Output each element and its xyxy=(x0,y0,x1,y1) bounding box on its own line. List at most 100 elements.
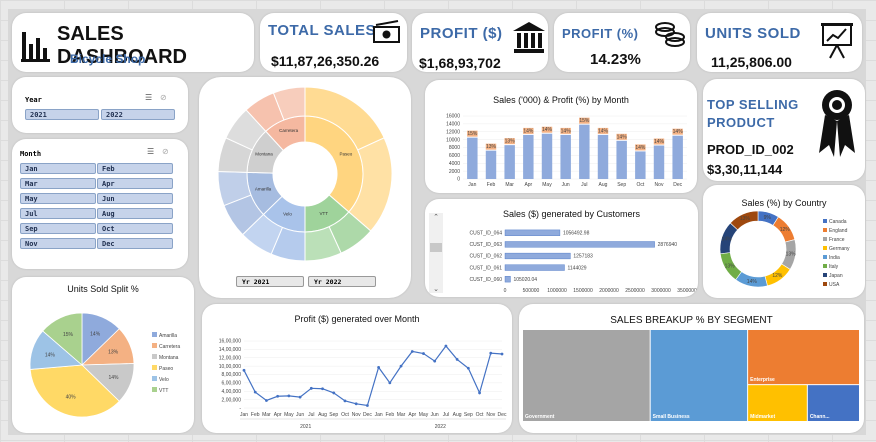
x-tick-label: Nov xyxy=(655,182,664,188)
legend-swatch xyxy=(823,228,827,232)
month-button[interactable]: Feb xyxy=(97,163,173,174)
x-tick-label: Nov xyxy=(352,412,361,418)
sales-bar xyxy=(635,151,646,179)
x-tick-label: Feb xyxy=(251,412,260,418)
legend-label: England xyxy=(829,228,848,234)
profit-point xyxy=(410,350,414,353)
kpi-total-sales-label: TOTAL SALES xyxy=(268,22,377,39)
kpi-units-sold-value: 11,25,806.00 xyxy=(711,54,792,70)
data-label: 2876940 xyxy=(658,242,678,248)
units-split-card: Units Sold Split % 14% 13% 14% 40% 14% 15% Ama… xyxy=(12,277,194,433)
x-tick-label: Feb xyxy=(487,182,496,188)
tab-yr-2021[interactable]: Yr 2021 xyxy=(236,276,304,287)
treemap-cell xyxy=(650,330,748,421)
profit-pct-label: 14% xyxy=(654,139,665,145)
category-label: CUST_ID_062 xyxy=(469,254,502,260)
x-tick-label: Nov xyxy=(486,412,495,418)
profit-point xyxy=(377,365,381,369)
customer-bar xyxy=(504,276,511,283)
y-tick-label: 4000 xyxy=(449,161,460,167)
slice-label: 12% xyxy=(772,273,783,279)
legend-label: France xyxy=(829,237,845,243)
month-button[interactable]: Sep xyxy=(20,223,96,234)
year-2022-button[interactable]: 2022 xyxy=(101,109,175,120)
clear-filter-icon[interactable]: ⊘ xyxy=(162,147,169,156)
tab-yr-2022[interactable]: Yr 2022 xyxy=(308,276,376,287)
month-button[interactable]: Aug xyxy=(97,208,173,219)
presentation-icon xyxy=(821,23,853,59)
cash-icon xyxy=(373,20,400,43)
month-button[interactable]: Mar xyxy=(20,178,96,189)
slice-label: 13% xyxy=(108,350,119,356)
multi-select-icon[interactable]: ☰ xyxy=(147,147,154,156)
month-button[interactable]: Jan xyxy=(20,163,96,174)
x-tick-label: 2000000 xyxy=(599,288,619,294)
data-label: 1056492.98 xyxy=(563,231,590,237)
month-slicer-title: Month xyxy=(20,150,42,158)
x-tick-label: Mar xyxy=(505,182,514,188)
legend-swatch xyxy=(823,246,827,250)
year-2021-button[interactable]: 2021 xyxy=(25,109,99,120)
legend-swatch xyxy=(152,332,157,337)
x-tick-label: May xyxy=(542,182,552,188)
sales-bar xyxy=(653,145,665,179)
treemap-label: Government xyxy=(525,414,555,420)
month-button[interactable]: May xyxy=(20,193,96,204)
month-button[interactable]: Oct xyxy=(97,223,173,234)
top-product-id: PROD_ID_002 xyxy=(707,142,794,157)
sales-bar xyxy=(467,137,478,179)
sales-bar xyxy=(597,134,609,179)
y-tick-label: 8000 xyxy=(449,145,460,151)
kpi-profit-amount: PROFIT ($) $1,68,93,702 xyxy=(412,13,548,72)
month-button[interactable]: Jun xyxy=(97,193,173,204)
month-button[interactable]: Dec xyxy=(97,238,173,249)
y-tick-label: 2000 xyxy=(449,169,460,175)
profit-point xyxy=(478,391,481,395)
legend-label: India xyxy=(829,255,840,261)
year-group-label: 2022 xyxy=(435,424,446,430)
year-slicer: Year ☰ ⊘ 2021 2022 xyxy=(12,77,188,133)
y-tick-label: 6,00,000 xyxy=(222,381,242,387)
x-tick-label: 2500000 xyxy=(625,288,645,294)
clear-filter-icon[interactable]: ⊘ xyxy=(160,93,167,102)
month-button[interactable]: Apr xyxy=(97,178,173,189)
category-label: CUST_ID_063 xyxy=(469,242,502,248)
x-tick-label: Jun xyxy=(296,412,304,418)
x-tick-label: Aug xyxy=(318,412,327,418)
customer-bar xyxy=(504,241,655,248)
legend-label: Montana xyxy=(159,355,179,361)
coins-icon xyxy=(655,22,685,47)
kpi-units-sold-label: UNITS SOLD xyxy=(705,25,801,42)
legend-swatch xyxy=(152,343,157,348)
sales-customers-card: Sales ($) generated by Customers ⌃ ⌄ CUS… xyxy=(425,199,698,297)
x-tick-label: 3500000 xyxy=(677,288,697,294)
slice-label: 14% xyxy=(45,352,56,358)
y-tick-label: 14,00,000 xyxy=(219,347,241,353)
multi-select-icon[interactable]: ☰ xyxy=(145,93,152,102)
kpi-total-sales: TOTAL SALES $11,87,26,350.26 xyxy=(260,13,407,72)
x-tick-label: Aug xyxy=(599,182,608,188)
y-tick-label: 16,00,000 xyxy=(219,339,241,345)
x-tick-label: Apr xyxy=(408,412,416,418)
month-button[interactable]: Jul xyxy=(20,208,96,219)
legend-swatch xyxy=(823,282,827,286)
x-tick-label: Jul xyxy=(581,182,587,188)
x-tick-label: Mar xyxy=(262,412,271,418)
sales-bar xyxy=(616,140,627,179)
x-tick-label: Sep xyxy=(329,412,338,418)
slice-label: 9% xyxy=(764,215,772,221)
customer-bar xyxy=(504,229,561,236)
sunburst-label: VTT xyxy=(319,211,328,216)
customer-bar xyxy=(504,264,565,271)
profit-point xyxy=(489,351,493,355)
profit-pct-label: 15% xyxy=(467,131,478,137)
legend-swatch xyxy=(823,273,827,277)
sales-bar xyxy=(579,124,590,179)
sunburst-label: Montana xyxy=(255,151,273,156)
profit-point xyxy=(466,366,470,370)
month-button[interactable]: Nov xyxy=(20,238,96,249)
x-tick-label: Dec xyxy=(363,412,372,418)
y-tick-label: 16000 xyxy=(446,114,460,120)
legend-swatch xyxy=(152,354,157,359)
y-tick-label: 14000 xyxy=(446,122,460,128)
